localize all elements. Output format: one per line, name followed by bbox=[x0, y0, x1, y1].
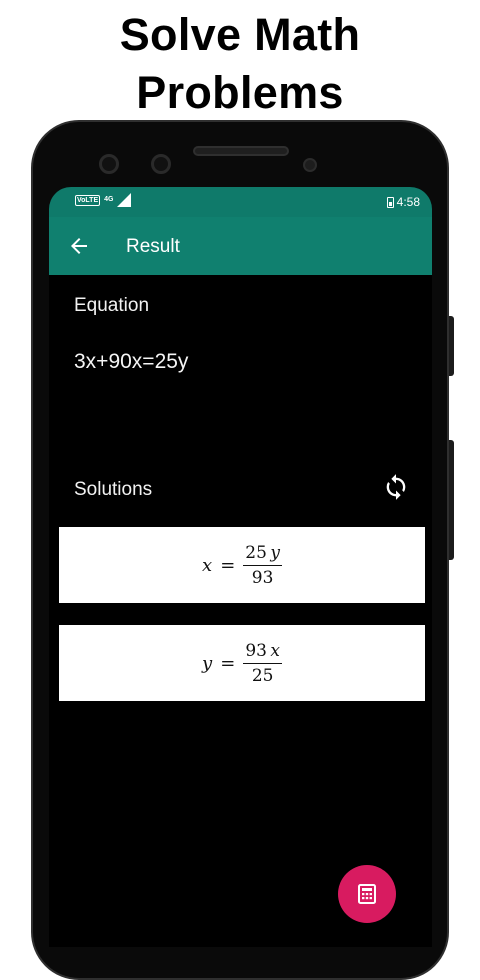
equation-label: Equation bbox=[74, 295, 150, 316]
phone-side-button bbox=[449, 316, 454, 376]
solution-variable: x bbox=[202, 554, 213, 576]
promo-headline-line1: Solve Math bbox=[119, 9, 361, 60]
app-screen: VoLTE 4G 4:58 Result Equation 3x+90x=25y… bbox=[49, 187, 432, 947]
solution-formula: x = 25 y 93 bbox=[202, 543, 282, 588]
promo-headline: Solve Math Problems bbox=[0, 6, 480, 122]
solution-card[interactable]: y = 93 x 25 bbox=[59, 625, 425, 701]
fraction-numerator: 25 y bbox=[243, 543, 282, 566]
promo-headline-line2: Problems bbox=[136, 67, 344, 118]
solution-card[interactable]: x = 25 y 93 bbox=[59, 527, 425, 603]
phone-side-button bbox=[449, 440, 454, 560]
equation-text: 3x+90x=25y bbox=[74, 350, 189, 373]
signal-icon bbox=[117, 193, 132, 207]
arrow-back-icon[interactable] bbox=[67, 234, 91, 258]
numerator-coefficient: 93 bbox=[245, 640, 267, 661]
equals-sign: = bbox=[220, 652, 236, 674]
solution-formula: y = 93 x 25 bbox=[202, 641, 282, 686]
calculator-fab-button[interactable] bbox=[338, 865, 396, 923]
earpiece-speaker bbox=[193, 146, 289, 156]
app-toolbar: Result bbox=[49, 217, 432, 275]
fraction-numerator: 93 x bbox=[243, 641, 282, 664]
numerator-variable: y bbox=[270, 542, 280, 563]
page-title: Result bbox=[126, 236, 180, 257]
proximity-sensor bbox=[303, 158, 317, 172]
solution-variable: y bbox=[202, 652, 213, 674]
calculator-icon bbox=[358, 884, 376, 904]
refresh-icon[interactable] bbox=[382, 473, 410, 501]
status-right: 4:58 bbox=[386, 195, 420, 209]
status-left: VoLTE 4G bbox=[75, 193, 132, 207]
numerator-variable: x bbox=[270, 640, 280, 661]
fraction-denominator: 25 bbox=[251, 665, 274, 686]
equals-sign: = bbox=[220, 554, 236, 576]
fraction: 25 y 93 bbox=[243, 543, 282, 588]
status-bar: VoLTE 4G 4:58 bbox=[49, 187, 432, 217]
front-sensor bbox=[151, 154, 171, 174]
solutions-label: Solutions bbox=[74, 479, 153, 500]
front-camera bbox=[99, 154, 119, 174]
network-type: 4G bbox=[104, 196, 114, 203]
numerator-coefficient: 25 bbox=[245, 542, 267, 563]
fraction: 93 x 25 bbox=[243, 641, 282, 686]
volte-badge: VoLTE bbox=[75, 194, 101, 206]
battery-icon bbox=[386, 196, 394, 208]
fraction-denominator: 93 bbox=[251, 567, 274, 588]
status-time: 4:58 bbox=[396, 195, 420, 209]
